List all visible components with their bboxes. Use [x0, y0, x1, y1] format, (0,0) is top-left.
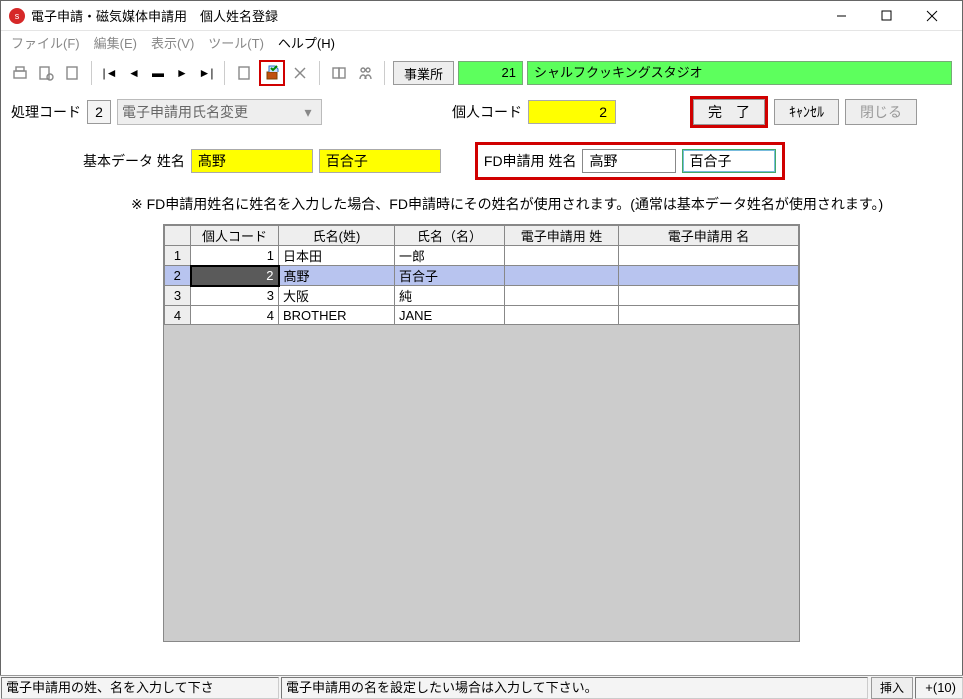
menu-help[interactable]: ヘルプ(H) — [278, 33, 335, 52]
base-label: 基本データ 姓名 — [83, 151, 185, 171]
menu-tool[interactable]: ツール(T) — [208, 33, 264, 52]
base-mei: 百合子 — [319, 149, 441, 173]
cell-esei[interactable] — [505, 286, 619, 306]
shori-label: 処理コード — [11, 102, 81, 122]
page-icon[interactable] — [61, 62, 83, 84]
menu-view[interactable]: 表示(V) — [151, 33, 194, 52]
window-title: 電子申請・磁気媒体申請用 個人姓名登録 — [31, 6, 278, 25]
table-row[interactable]: 44BROTHERJANE — [165, 306, 799, 325]
shori-combo[interactable]: 電子申請用氏名変更 ▾ — [117, 99, 322, 125]
fd-highlight: FD申請用 姓名 高野 百合子 — [475, 142, 786, 180]
jigyo-button[interactable]: 事業所 — [393, 61, 454, 85]
kojin-value[interactable]: 2 — [528, 100, 616, 124]
row-num: 3 — [165, 286, 191, 306]
table-row[interactable]: 11日本田一郎 — [165, 246, 799, 266]
cell-sei[interactable]: BROTHER — [279, 306, 395, 325]
cell-esei[interactable] — [505, 246, 619, 266]
cell-sei[interactable]: 日本田 — [279, 246, 395, 266]
last-icon[interactable]: ►| — [196, 62, 216, 84]
stop-icon[interactable]: ▬ — [148, 62, 168, 84]
row-num: 2 — [165, 266, 191, 286]
cell-mei[interactable]: 百合子 — [395, 266, 505, 286]
toolbar-separator — [91, 61, 92, 85]
menu-file[interactable]: ファイル(F) — [11, 33, 80, 52]
print-icon[interactable] — [9, 62, 31, 84]
grid-header: 氏名(姓) — [279, 226, 395, 246]
grid-header-row: 個人コード 氏名(姓) 氏名（名） 電子申請用 姓 電子申請用 名 — [165, 226, 799, 246]
toolbar-separator — [319, 61, 320, 85]
data-grid[interactable]: 個人コード 氏名(姓) 氏名（名） 電子申請用 姓 電子申請用 名 11日本田一… — [164, 225, 799, 325]
complete-button[interactable]: 完 了 — [693, 99, 765, 125]
cell-mei[interactable]: 純 — [395, 286, 505, 306]
insert-button[interactable]: 挿入 — [871, 677, 913, 699]
menubar: ファイル(F) 編集(E) 表示(V) ツール(T) ヘルプ(H) — [1, 31, 962, 58]
first-icon[interactable]: |◄ — [100, 62, 120, 84]
cell-emei[interactable] — [619, 286, 799, 306]
toolbar: |◄ ◄ ▬ ► ►| 事業所 21 シャルフクッキングスタジオ — [1, 58, 962, 88]
base-sei: 髙野 — [191, 149, 313, 173]
next-icon[interactable]: ► — [172, 62, 192, 84]
save-icon-highlight[interactable] — [259, 60, 285, 86]
toolbar-separator — [224, 61, 225, 85]
table-row[interactable]: 22髙野百合子 — [165, 266, 799, 286]
cell-code[interactable]: 1 — [191, 246, 279, 266]
status-mid: 電子申請用の名を設定したい場合は入力して下さい。 — [281, 677, 868, 699]
cell-code[interactable]: 2 — [191, 266, 279, 286]
shori-combo-text: 電子申請用氏名変更 — [122, 102, 248, 122]
complete-highlight: 完 了 — [690, 96, 768, 128]
status-count: +(10) — [915, 677, 963, 699]
table-row[interactable]: 33大阪純 — [165, 286, 799, 306]
new-icon[interactable] — [233, 62, 255, 84]
grid-header: 個人コード — [191, 226, 279, 246]
delete-icon[interactable] — [289, 62, 311, 84]
cell-esei[interactable] — [505, 266, 619, 286]
kojin-label: 個人コード — [452, 102, 522, 122]
titlebar: s 電子申請・磁気媒体申請用 個人姓名登録 — [1, 1, 962, 31]
close-form-button[interactable]: 閉じる — [845, 99, 917, 125]
close-button[interactable] — [909, 2, 954, 30]
fd-label: FD申請用 姓名 — [484, 151, 577, 171]
jigyo-name: シャルフクッキングスタジオ — [527, 61, 952, 85]
row-num: 1 — [165, 246, 191, 266]
cell-emei[interactable] — [619, 306, 799, 325]
jigyo-code: 21 — [458, 61, 523, 85]
maximize-button[interactable] — [864, 2, 909, 30]
cell-mei[interactable]: JANE — [395, 306, 505, 325]
note-text: ※ FD申請用姓名に姓名を入力した場合、FD申請時にその姓名が使用されます。(通… — [1, 186, 962, 224]
fd-mei-input[interactable]: 百合子 — [682, 149, 776, 173]
grid-wrap: 個人コード 氏名(姓) 氏名（名） 電子申請用 姓 電子申請用 名 11日本田一… — [163, 224, 800, 642]
statusbar: 電子申請用の姓、名を入力して下さ 電子申請用の名を設定したい場合は入力して下さい… — [0, 675, 963, 699]
cell-sei[interactable]: 大阪 — [279, 286, 395, 306]
grid-blank — [164, 325, 799, 642]
grid-header: 氏名（名） — [395, 226, 505, 246]
cancel-button[interactable]: ｷｬﾝｾﾙ — [774, 99, 839, 125]
prev-icon[interactable]: ◄ — [124, 62, 144, 84]
menu-edit[interactable]: 編集(E) — [94, 33, 137, 52]
book-icon[interactable] — [328, 62, 350, 84]
grid-header: 電子申請用 名 — [619, 226, 799, 246]
preview-icon[interactable] — [35, 62, 57, 84]
people-icon[interactable] — [354, 62, 376, 84]
cell-mei[interactable]: 一郎 — [395, 246, 505, 266]
cell-code[interactable]: 4 — [191, 306, 279, 325]
app-icon: s — [9, 8, 25, 24]
form-row-1: 処理コード 2 電子申請用氏名変更 ▾ 個人コード 2 完 了 ｷｬﾝｾﾙ 閉じ… — [1, 88, 962, 136]
grid-header — [165, 226, 191, 246]
form-row-2: 基本データ 姓名 髙野 百合子 FD申請用 姓名 高野 百合子 — [1, 136, 962, 186]
cell-esei[interactable] — [505, 306, 619, 325]
shori-value: 2 — [87, 100, 111, 124]
window-buttons — [819, 2, 954, 30]
cell-emei[interactable] — [619, 266, 799, 286]
grid-header: 電子申請用 姓 — [505, 226, 619, 246]
fd-sei-input[interactable]: 高野 — [582, 149, 676, 173]
cell-code[interactable]: 3 — [191, 286, 279, 306]
cell-sei[interactable]: 髙野 — [279, 266, 395, 286]
row-num: 4 — [165, 306, 191, 325]
status-left: 電子申請用の姓、名を入力して下さ — [1, 677, 279, 699]
chevron-down-icon: ▾ — [299, 104, 317, 121]
minimize-button[interactable] — [819, 2, 864, 30]
cell-emei[interactable] — [619, 246, 799, 266]
toolbar-separator — [384, 61, 385, 85]
